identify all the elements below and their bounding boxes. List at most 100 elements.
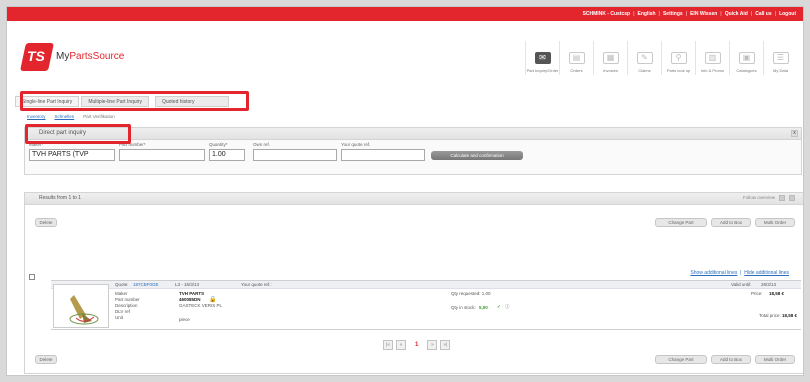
- grid-view-icon[interactable]: [779, 195, 785, 201]
- total-price-label: Total price:: [758, 313, 781, 318]
- quote-ref-label: Your quote ref.: [341, 142, 371, 147]
- orders-icon: ▤: [568, 52, 585, 64]
- results-panel: Results from 1 to 1 Follow overview Dele…: [24, 192, 803, 374]
- highlight-tabs: [20, 91, 249, 111]
- row-select-checkbox[interactable]: [29, 274, 35, 280]
- claims-icon: ✎: [636, 52, 653, 64]
- part-number-field[interactable]: [119, 149, 205, 161]
- total-price: Total price: 18,58 €: [759, 313, 797, 318]
- topbar-link-knowledge[interactable]: EIN Wissen: [687, 11, 720, 17]
- next-page-button[interactable]: »: [427, 340, 438, 350]
- top-navigation-bar: SCHMINK - Custcsp | English | Settings |…: [7, 7, 803, 21]
- part-number-row-label: Part number: [115, 297, 140, 302]
- topbar-link-settings[interactable]: Settings: [660, 11, 686, 17]
- toolbar-my-data[interactable]: ☰ My Data: [763, 41, 797, 75]
- product-image[interactable]: [53, 284, 109, 328]
- change-part-button-bottom[interactable]: Change Part: [655, 355, 707, 364]
- catalogue-icon: ▣: [738, 52, 755, 64]
- description-row-label: Description: [115, 303, 138, 308]
- toolbar-orders[interactable]: ▤ Orders: [559, 41, 593, 75]
- dlv-ref-label: DLV ref: [115, 309, 130, 314]
- valid-until-label: Valid until:: [731, 282, 752, 287]
- toolbar-part-inquiry[interactable]: ✉ Part Inquiry/Order: [525, 41, 559, 75]
- pagination: |« « 1 » »|: [383, 340, 451, 350]
- collapse-icon[interactable]: [789, 195, 795, 201]
- topbar-link-call-us[interactable]: Call us: [752, 11, 774, 17]
- direct-inquiry-panel: Direct part inquiry x Maker* TVH PARTS (…: [24, 127, 802, 175]
- quote-label: Quote:: [115, 282, 129, 287]
- results-header-controls: Follow overview: [743, 195, 795, 201]
- toolbar-info-promo[interactable]: ▥ Info & Promo: [695, 41, 729, 75]
- multi-order-button-bottom[interactable]: Multi Order: [755, 355, 795, 364]
- search-icon: ⚲: [670, 52, 687, 64]
- info-icon[interactable]: ⓘ: [505, 304, 510, 310]
- total-price-value: 18,58 €: [781, 313, 797, 318]
- price-value: 18,58 €: [769, 291, 785, 296]
- unit-row-value: piece: [179, 317, 190, 322]
- line-date: L3 - 15/3/13: [175, 282, 200, 287]
- results-header: Results from 1 to 1 Follow overview: [25, 193, 803, 205]
- topbar-link-language[interactable]: English: [634, 11, 658, 17]
- current-page: 1: [415, 342, 419, 348]
- stock-ok-icon: ✓: [497, 304, 501, 309]
- additional-lines-links: Show additional lines | Hide additional …: [690, 270, 789, 276]
- topbar-link-logout[interactable]: Logout: [776, 11, 799, 17]
- delete-button-top[interactable]: Delete: [35, 218, 57, 227]
- chart-icon: ▥: [704, 52, 721, 64]
- multi-order-button-top[interactable]: Multi Order: [755, 218, 795, 227]
- change-part-button-top[interactable]: Change Part: [655, 218, 707, 227]
- hide-additional-lines-link[interactable]: Hide additional lines: [744, 270, 789, 276]
- subnav-link-schnellen[interactable]: Schnellen: [55, 114, 75, 119]
- maker-row-label: Maker: [115, 291, 128, 296]
- own-ref-label: Own ref.: [253, 142, 271, 147]
- close-icon[interactable]: x: [791, 130, 798, 137]
- header: TS MyPartsSource ✉ Part Inquiry/Order ▤ …: [7, 21, 803, 83]
- app-window: SCHMINK - Custcsp | English | Settings |…: [6, 6, 804, 376]
- result-row: Quote: 187CBF0GE L3 - 15/3/13 Your quote…: [51, 280, 801, 330]
- quote-number-link[interactable]: 187CBF0GE: [133, 282, 159, 287]
- invoices-icon: ▦: [602, 52, 619, 64]
- sub-navigation: Inventory Schnellen Part Verifikation: [27, 114, 124, 119]
- lock-icon: 🔒: [209, 297, 217, 303]
- toolbar-claims[interactable]: ✎ Claims: [627, 41, 661, 75]
- envelope-icon: ✉: [534, 52, 551, 64]
- valid-until-value: 28/3/13: [761, 282, 777, 287]
- subnav-current: Part Verifikation: [83, 114, 115, 119]
- maker-row-value: TVH PARTS: [179, 291, 205, 296]
- mydata-icon: ☰: [772, 52, 789, 64]
- highlight-direct-inquiry: [25, 124, 131, 144]
- qty-in-stock-label: Qty in stock:: [451, 305, 476, 310]
- first-page-button[interactable]: |«: [383, 340, 393, 350]
- qty-requested: Qty requested: 1.00: [451, 291, 491, 296]
- toolbar-invoices[interactable]: ▦ Invoices: [593, 41, 627, 75]
- quantity-field[interactable]: 1.00: [209, 149, 245, 161]
- topbar-link-user[interactable]: SCHMINK - Custcsp: [580, 11, 634, 17]
- brand-logo[interactable]: TS MyPartsSource: [20, 43, 143, 71]
- results-title: Results from 1 to 1: [39, 195, 81, 201]
- delete-button-bottom[interactable]: Delete: [35, 355, 57, 364]
- qty-in-stock-value: 5,00: [479, 305, 488, 310]
- last-page-button[interactable]: »|: [440, 340, 451, 350]
- unit-row-label: Unit: [115, 315, 124, 320]
- quantity-label: Quantity*: [209, 142, 228, 147]
- subnav-link-inventory[interactable]: Inventory: [27, 114, 46, 119]
- toolbar-catalogues[interactable]: ▣ Catalogues: [729, 41, 763, 75]
- show-additional-lines-link[interactable]: Show additional lines: [690, 270, 737, 276]
- add-to-box-button-bottom[interactable]: Add to Box: [711, 355, 751, 364]
- prev-page-button[interactable]: «: [396, 340, 406, 350]
- own-ref-field[interactable]: [253, 149, 337, 161]
- your-quote-ref-label: Your quote ref.:: [241, 282, 272, 287]
- calculate-button[interactable]: Calculate and confirmation: [431, 151, 523, 160]
- maker-field[interactable]: TVH PARTS (TVP: [29, 149, 115, 161]
- panel-header: Direct part inquiry x: [25, 128, 801, 140]
- part-number-row-value: 460085DN: [179, 297, 201, 302]
- main-toolbar: ✉ Part Inquiry/Order ▤ Orders ▦ Invoices…: [525, 41, 797, 75]
- toolbar-parts-lookup[interactable]: ⚲ Parts look up: [661, 41, 695, 75]
- logo-text: MyPartsSource: [56, 51, 125, 62]
- add-to-box-button-top[interactable]: Add to Box: [711, 218, 751, 227]
- price-label: Price:: [751, 291, 763, 296]
- logo-initials: TS: [27, 48, 45, 64]
- quote-ref-field[interactable]: [341, 149, 425, 161]
- follow-overview-label[interactable]: Follow overview: [743, 195, 775, 201]
- topbar-link-quick-aid[interactable]: Quick Aid: [722, 11, 751, 17]
